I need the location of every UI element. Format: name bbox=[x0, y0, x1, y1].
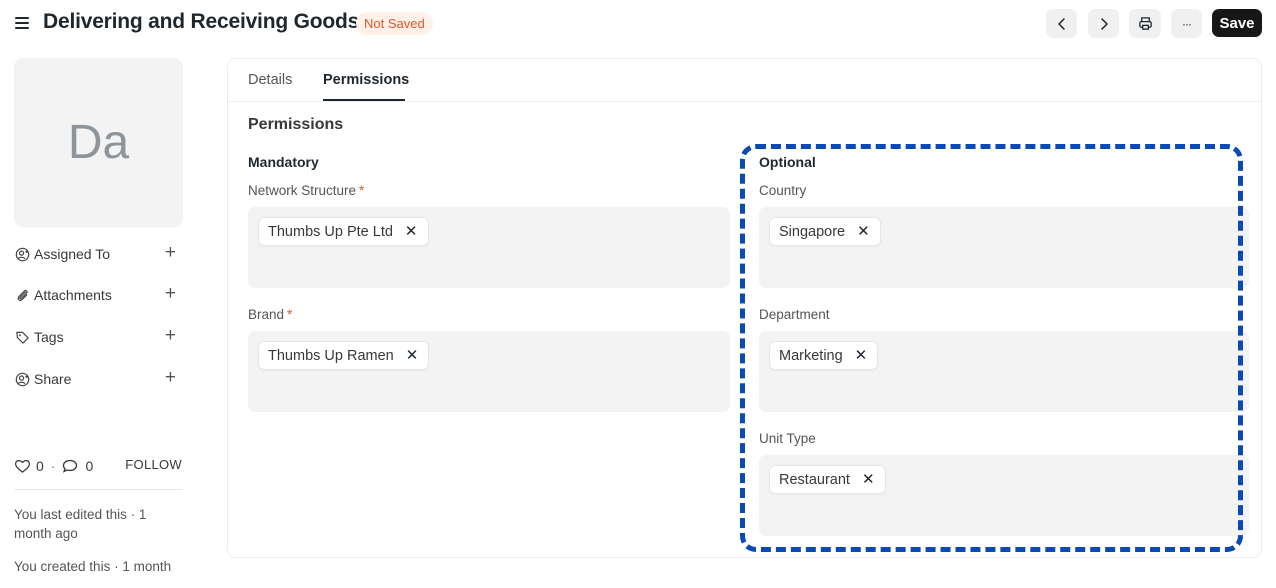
field-label-text: Network Structure bbox=[248, 183, 357, 198]
country-label: Country bbox=[759, 183, 807, 198]
chip-label: Thumbs Up Pte Ltd bbox=[268, 223, 393, 240]
brand-label: Brand * bbox=[248, 307, 292, 322]
chip-label: Restaurant bbox=[779, 471, 850, 488]
optional-heading: Optional bbox=[759, 154, 816, 170]
chip-label: Singapore bbox=[779, 223, 846, 240]
add-attachment-plus-icon[interactable]: + bbox=[165, 283, 176, 305]
follow-button[interactable]: FOLLOW bbox=[125, 457, 182, 472]
avatar[interactable]: Da bbox=[14, 58, 183, 227]
heart-icon[interactable] bbox=[14, 458, 31, 474]
brand-chip: Thumbs Up Ramen ✕ bbox=[258, 341, 430, 370]
department-field[interactable]: Marketing ✕ bbox=[759, 331, 1249, 412]
assign-user-icon bbox=[14, 246, 30, 262]
sidebar-item-label: Attachments bbox=[34, 287, 112, 303]
network-structure-chip: Thumbs Up Pte Ltd ✕ bbox=[258, 217, 429, 246]
required-asterisk: * bbox=[359, 183, 365, 198]
next-button[interactable] bbox=[1088, 9, 1119, 38]
sidebar-item-label: Assigned To bbox=[34, 246, 111, 262]
printer-icon bbox=[1138, 17, 1152, 30]
tab-details[interactable]: Details bbox=[248, 72, 292, 88]
remove-chip-icon[interactable]: ✕ bbox=[862, 472, 875, 487]
tag-icon bbox=[14, 329, 30, 345]
unit-type-label: Unit Type bbox=[759, 431, 816, 446]
sidebar-item-share[interactable]: Share + bbox=[14, 367, 182, 389]
sidebar-item-attachments[interactable]: Attachments + bbox=[14, 283, 182, 305]
remove-chip-icon[interactable]: ✕ bbox=[406, 348, 419, 363]
paperclip-icon bbox=[14, 287, 30, 303]
print-button[interactable] bbox=[1129, 9, 1161, 38]
previous-button[interactable] bbox=[1046, 9, 1077, 38]
sidebar-item-label: Tags bbox=[34, 329, 64, 345]
add-tag-plus-icon[interactable]: + bbox=[165, 325, 176, 347]
sidebar-divider bbox=[14, 489, 182, 490]
country-chip: Singapore ✕ bbox=[769, 217, 881, 246]
chevron-right-icon bbox=[1100, 17, 1108, 30]
country-field[interactable]: Singapore ✕ bbox=[759, 207, 1249, 288]
save-button[interactable]: Save bbox=[1212, 9, 1262, 37]
network-structure-field[interactable]: Thumbs Up Pte Ltd ✕ bbox=[248, 207, 730, 288]
required-asterisk: * bbox=[287, 307, 293, 322]
unit-type-field[interactable]: Restaurant ✕ bbox=[759, 455, 1249, 536]
department-chip: Marketing ✕ bbox=[769, 341, 879, 370]
field-label-text: Brand bbox=[248, 307, 285, 322]
section-title: Permissions bbox=[248, 116, 344, 133]
share-plus-icon[interactable]: + bbox=[165, 367, 176, 389]
tab-permissions[interactable]: Permissions bbox=[323, 72, 409, 88]
like-count: 0 bbox=[36, 458, 44, 474]
remove-chip-icon[interactable]: ✕ bbox=[405, 224, 418, 239]
chip-label: Thumbs Up Ramen bbox=[268, 347, 394, 364]
comment-count: 0 bbox=[85, 458, 94, 474]
page-title: Delivering and Receiving Goods bbox=[43, 10, 360, 33]
sidebar-item-tags[interactable]: Tags + bbox=[14, 325, 182, 347]
remove-chip-icon[interactable]: ✕ bbox=[857, 224, 870, 239]
more-actions-button[interactable]: ··· bbox=[1171, 9, 1202, 38]
chevron-left-icon bbox=[1057, 17, 1065, 30]
remove-chip-icon[interactable]: ✕ bbox=[855, 348, 868, 363]
network-structure-label: Network Structure * bbox=[248, 183, 364, 198]
tab-bar: Details Permissions bbox=[228, 59, 1261, 102]
chip-label: Marketing bbox=[779, 347, 843, 364]
status-badge: Not Saved bbox=[356, 12, 433, 35]
share-user-icon bbox=[14, 371, 30, 387]
unit-type-chip: Restaurant ✕ bbox=[769, 465, 886, 494]
mandatory-heading: Mandatory bbox=[248, 154, 319, 170]
sidebar-item-label: Share bbox=[34, 371, 72, 387]
brand-field[interactable]: Thumbs Up Ramen ✕ bbox=[248, 331, 730, 412]
last-edited-note: You last edited this · 1 month ago bbox=[14, 507, 147, 541]
department-label: Department bbox=[759, 307, 830, 322]
form-card: Details Permissions Permissions Mandator… bbox=[227, 58, 1262, 558]
comment-icon[interactable] bbox=[62, 458, 78, 474]
menu-toggle-icon[interactable] bbox=[14, 14, 34, 32]
engagement-stats: 0 · 0 FOLLOW bbox=[14, 456, 182, 476]
stats-separator: · bbox=[50, 458, 56, 474]
sidebar-item-assigned-to[interactable]: Assigned To + bbox=[14, 242, 182, 264]
active-tab-indicator bbox=[323, 99, 405, 101]
add-assignee-plus-icon[interactable]: + bbox=[165, 242, 176, 264]
created-note: You created this · 1 month bbox=[14, 559, 172, 574]
